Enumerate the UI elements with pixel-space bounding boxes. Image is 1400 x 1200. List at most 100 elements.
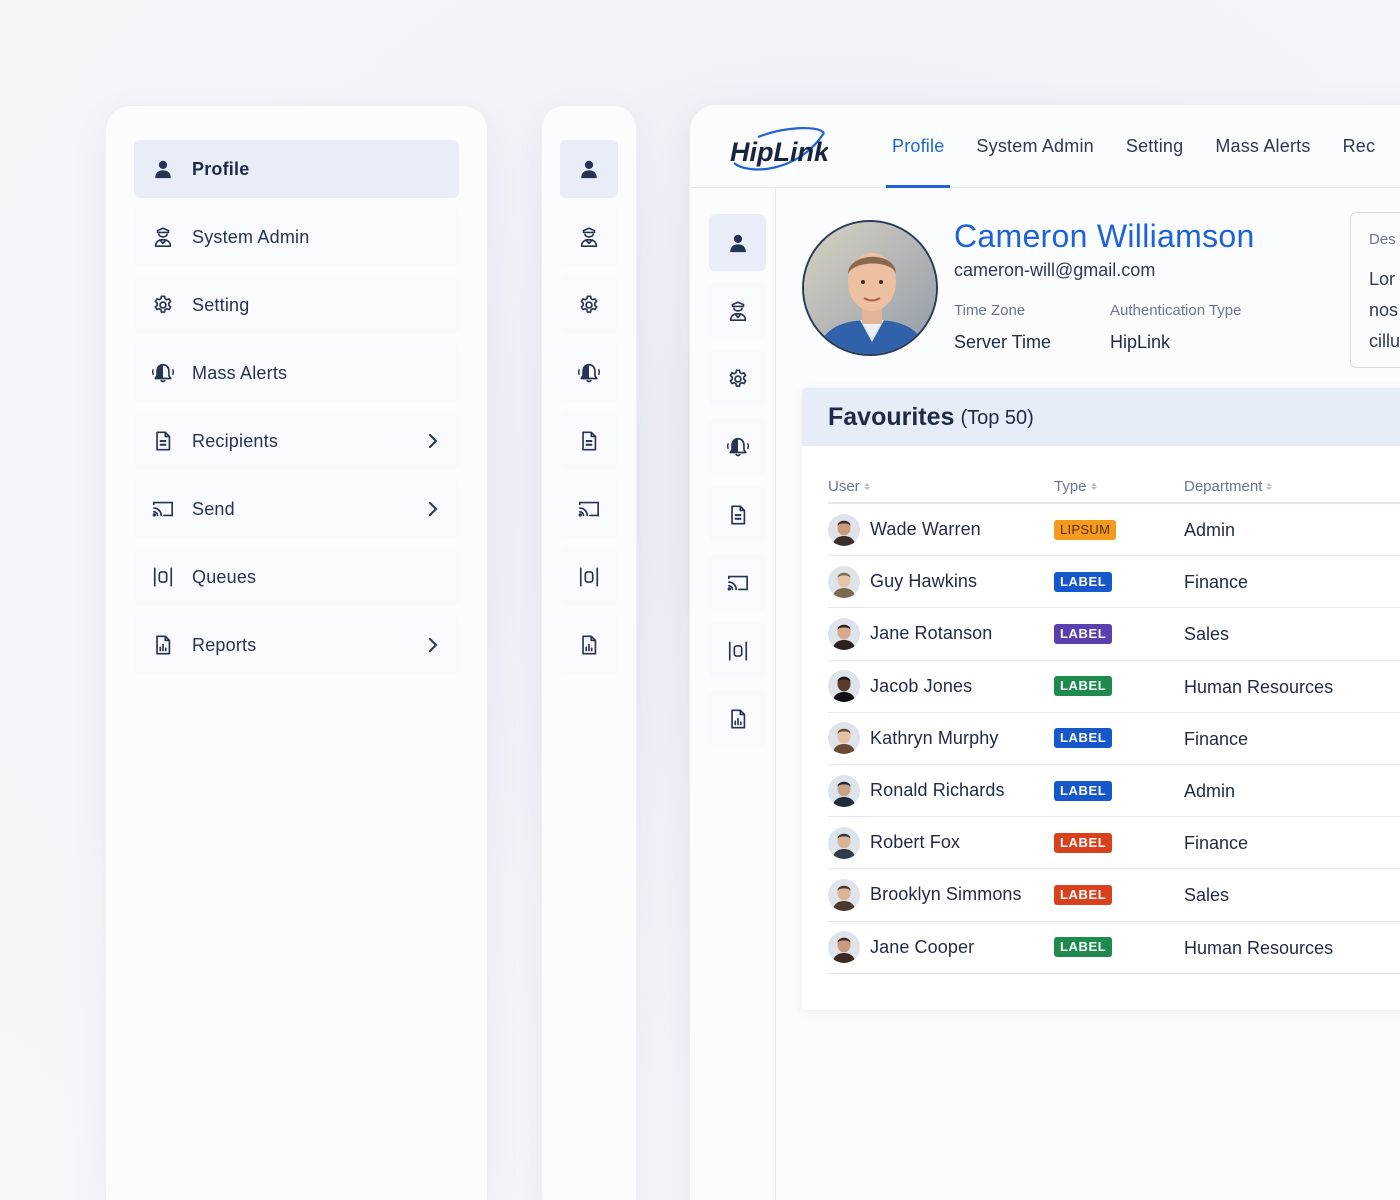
type-badge: LABEL xyxy=(1054,780,1113,801)
app-rail-item-profile[interactable] xyxy=(709,214,766,271)
rail-item-send[interactable] xyxy=(560,480,618,538)
user-name: Ronald Richards xyxy=(870,780,1005,801)
table-row[interactable]: Jane Rotanson LABEL Sales xyxy=(828,608,1400,661)
table-row[interactable]: Guy Hawkins LABEL Finance xyxy=(828,556,1400,609)
avatar[interactable] xyxy=(828,722,860,755)
table-row[interactable]: Jane Cooper LABEL Human Resources xyxy=(828,922,1400,974)
cast-icon xyxy=(577,498,601,520)
report-icon xyxy=(727,708,749,730)
user-cell: Ronald Richards xyxy=(828,774,1054,807)
tab-profile[interactable]: Profile xyxy=(886,105,951,188)
chevron-right-icon[interactable] xyxy=(423,635,443,655)
avatar[interactable] xyxy=(828,565,860,598)
app-rail-item-send[interactable] xyxy=(709,554,766,611)
sidebar-item-queues[interactable]: Queues xyxy=(134,548,459,606)
sidebar-item-setting[interactable]: Setting xyxy=(134,276,459,334)
user-cell: Brooklyn Simmons xyxy=(828,878,1054,911)
avatar[interactable] xyxy=(828,931,860,964)
tab-system-admin[interactable]: System Admin xyxy=(970,105,1099,188)
user-icon xyxy=(150,156,176,182)
app-window: HipLink Profile System Admin Setting Mass A… xyxy=(690,105,1400,1200)
type-cell: LABEL xyxy=(1054,623,1184,644)
avatar[interactable] xyxy=(828,617,860,650)
avatar[interactable] xyxy=(828,513,860,546)
department-cell: Human Resources xyxy=(1184,937,1334,958)
rail-item-recipients[interactable] xyxy=(560,412,618,470)
avatar[interactable] xyxy=(828,826,860,859)
type-cell: LABEL xyxy=(1054,937,1184,958)
table-row[interactable]: Ronald Richards LABEL Admin xyxy=(828,765,1400,818)
user-icon xyxy=(727,232,749,254)
user-cell: Jane Rotanson xyxy=(828,617,1054,650)
rail-item-profile[interactable] xyxy=(560,140,618,198)
report-icon xyxy=(578,634,600,656)
rail-item-queues[interactable] xyxy=(560,548,618,606)
sidebar-item-label: Reports xyxy=(192,634,257,655)
sort-icon[interactable] xyxy=(1266,482,1273,490)
department-cell: Finance xyxy=(1184,833,1249,854)
table-row[interactable]: Kathryn Murphy LABEL Finance xyxy=(828,713,1400,765)
table-row[interactable]: Brooklyn Simmons LABEL Sales xyxy=(828,869,1400,922)
user-cell: Jane Cooper xyxy=(828,931,1054,964)
sort-icon[interactable] xyxy=(863,482,870,490)
app-rail-item-queues[interactable] xyxy=(709,622,766,679)
app-rail-item-reports[interactable] xyxy=(709,690,766,747)
table-row[interactable]: Robert Fox LABEL Finance xyxy=(828,817,1400,870)
app-rail-item-system-admin[interactable] xyxy=(709,282,766,339)
rail-item-setting[interactable] xyxy=(560,276,618,334)
tab-rec[interactable]: Rec xyxy=(1337,105,1382,188)
app-rail-item-recipients[interactable] xyxy=(709,486,766,543)
column-header-label: Type xyxy=(1054,477,1087,495)
sidebar-item-send[interactable]: Send xyxy=(134,480,459,538)
gear-icon xyxy=(727,368,749,390)
user-name: Brooklyn Simmons xyxy=(870,884,1022,905)
avatar[interactable] xyxy=(828,670,860,703)
type-badge: LABEL xyxy=(1054,884,1113,905)
avatar[interactable] xyxy=(828,774,860,807)
sidebar-item-profile[interactable]: Profile xyxy=(134,140,459,198)
queue-icon xyxy=(727,640,749,662)
sidebar-item-system-admin[interactable]: System Admin xyxy=(134,208,459,266)
description-box[interactable]: Des Lor nos cillu xyxy=(1350,212,1400,368)
user-name: Jacob Jones xyxy=(870,675,973,696)
sidebar-item-mass-alerts[interactable]: Mass Alerts xyxy=(134,344,459,402)
document-icon xyxy=(727,504,749,526)
favourites-table: User Type Department Wade Warren LIPSUM … xyxy=(828,470,1400,974)
bell-icon xyxy=(150,360,176,386)
top-navigation-bar: HipLink Profile System Admin Setting Mass A… xyxy=(690,105,1400,188)
sort-icon[interactable] xyxy=(1090,482,1097,490)
column-header-type[interactable]: Type xyxy=(1054,478,1184,495)
rail-item-system-admin[interactable] xyxy=(560,208,618,266)
app-rail-item-mass-alerts[interactable] xyxy=(709,418,766,475)
tab-setting[interactable]: Setting xyxy=(1120,105,1189,188)
profile-name: Cameron Williamson xyxy=(954,218,1255,254)
hiplink-logo[interactable]: HipLink xyxy=(728,123,831,179)
cast-icon xyxy=(726,572,750,594)
user-icon xyxy=(578,158,600,180)
column-header-department[interactable]: Department xyxy=(1184,478,1400,495)
sidebar-item-recipients[interactable]: Recipients xyxy=(134,412,459,470)
description-line: cillu xyxy=(1369,331,1400,351)
table-row[interactable]: Jacob Jones LABEL Human Resources xyxy=(828,661,1400,713)
sidebar-item-label: Mass Alerts xyxy=(192,362,288,383)
user-cell: Robert Fox xyxy=(828,826,1054,859)
rail-item-mass-alerts[interactable] xyxy=(560,344,618,402)
profile-avatar[interactable] xyxy=(802,220,938,356)
description-line: Lor xyxy=(1369,269,1396,289)
chevron-right-icon[interactable] xyxy=(423,499,443,519)
chevron-right-icon[interactable] xyxy=(423,431,443,451)
table-row[interactable]: Wade Warren LIPSUM Admin xyxy=(828,504,1400,557)
profile-content: Cameron Williamson cameron-will@gmail.co… xyxy=(776,188,1400,1200)
sidebar-item-reports[interactable]: Reports xyxy=(134,616,459,674)
type-cell: LABEL xyxy=(1054,571,1184,592)
app-rail-item-setting[interactable] xyxy=(709,350,766,407)
cast-icon xyxy=(150,496,176,522)
time-zone-value: Server Time xyxy=(954,332,1052,352)
gear-icon xyxy=(578,294,600,316)
user-name: Wade Warren xyxy=(870,519,981,540)
avatar[interactable] xyxy=(828,878,860,911)
tab-mass-alerts[interactable]: Mass Alerts xyxy=(1209,105,1316,188)
rail-item-reports[interactable] xyxy=(560,616,618,674)
type-cell: LABEL xyxy=(1054,780,1184,801)
column-header-user[interactable]: User xyxy=(828,478,1054,495)
